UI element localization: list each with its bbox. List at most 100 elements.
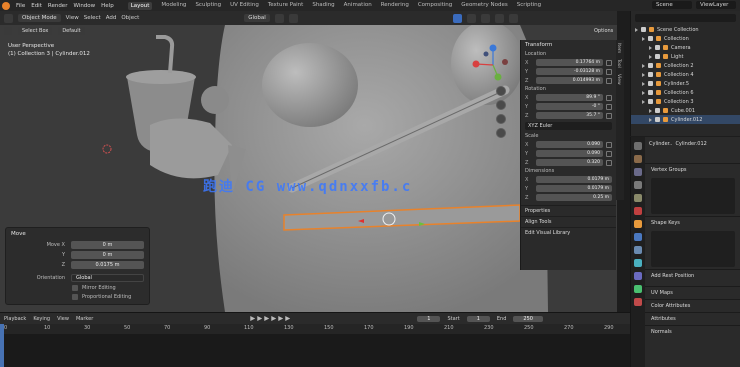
menu-help[interactable]: Help [101, 3, 114, 9]
object-tab-icon[interactable] [634, 220, 642, 228]
particles-tab-icon[interactable] [634, 246, 642, 254]
exclude-checkbox[interactable] [655, 117, 660, 122]
tab-modeling[interactable]: Modeling [161, 2, 186, 10]
exclude-checkbox[interactable] [648, 90, 653, 95]
proportional-editing-checkbox[interactable]: Proportional Editing [6, 292, 149, 301]
end-frame-field[interactable]: 250 [513, 315, 543, 322]
view-layer-tab-icon[interactable] [634, 181, 642, 189]
output-tab-icon[interactable] [634, 168, 642, 176]
expand-arrow-icon[interactable] [642, 72, 645, 77]
render-tab-icon[interactable] [634, 155, 642, 163]
properties-collapsed-panel[interactable]: Properties [521, 205, 616, 216]
lock-icon[interactable] [606, 94, 612, 101]
expand-arrow-icon[interactable] [642, 63, 645, 68]
scene-selector[interactable]: Scene [652, 1, 692, 9]
proportional-edit-icon[interactable] [288, 13, 298, 23]
lock-icon[interactable] [606, 150, 612, 157]
tab-geometry-nodes[interactable]: Geometry Nodes [461, 2, 507, 10]
expand-arrow-icon[interactable] [649, 45, 652, 50]
mesh-data-name[interactable]: Cylinder.012 [675, 141, 706, 147]
exclude-checkbox[interactable] [655, 108, 660, 113]
menu-window[interactable]: Window [73, 3, 95, 9]
lock-icon[interactable] [606, 68, 612, 75]
options-dropdown[interactable]: Options [590, 27, 618, 35]
expand-arrow-icon[interactable] [649, 117, 652, 122]
move-y-field[interactable]: 0 m [71, 251, 144, 259]
lock-icon[interactable] [606, 59, 612, 66]
mirror-editing-checkbox[interactable]: Mirror Editing [6, 283, 149, 292]
current-frame-field[interactable]: 1 [417, 315, 441, 322]
lock-icon[interactable] [606, 112, 612, 119]
prev-key-icon[interactable] [257, 316, 263, 321]
dimensions-z-field[interactable]: 0.25 m [536, 194, 612, 201]
scene-tab-icon[interactable] [634, 194, 642, 202]
physics-tab-icon[interactable] [634, 259, 642, 267]
expand-arrow-icon[interactable] [649, 108, 652, 113]
playhead[interactable] [0, 324, 4, 367]
scale-z-field[interactable]: 0.320 [536, 159, 603, 166]
scale-x-field[interactable]: 0.090 [536, 141, 603, 148]
orientation-select[interactable]: Global [71, 274, 144, 282]
outliner-item[interactable]: Collection 2 [631, 61, 740, 70]
expand-arrow-icon[interactable] [635, 27, 638, 32]
next-key-icon[interactable] [278, 316, 284, 321]
eye-left[interactable] [262, 43, 358, 127]
uv-maps-section[interactable]: UV Maps [645, 286, 740, 299]
exclude-checkbox[interactable] [648, 72, 653, 77]
jump-end-icon[interactable] [285, 316, 291, 321]
color-attributes-section[interactable]: Color Attributes [645, 299, 740, 312]
blender-logo-icon[interactable] [2, 1, 10, 10]
lock-icon[interactable] [606, 103, 612, 110]
vertex-groups-list[interactable] [651, 178, 735, 214]
menu-object[interactable]: Object [121, 15, 139, 21]
tab-rendering[interactable]: Rendering [381, 2, 409, 10]
exclude-checkbox[interactable] [641, 27, 646, 32]
constraints-tab-icon[interactable] [634, 272, 642, 280]
tab-animation[interactable]: Animation [344, 2, 372, 10]
exclude-checkbox[interactable] [648, 99, 653, 104]
tool-tab-icon[interactable] [634, 142, 642, 150]
outliner-item[interactable]: Light [631, 52, 740, 61]
outliner-item[interactable]: Collection 6 [631, 88, 740, 97]
tab-item[interactable]: Item [616, 40, 621, 56]
menu-playback[interactable]: Playback [4, 316, 26, 322]
transform-header[interactable]: Transform [521, 40, 616, 50]
menu-file[interactable]: File [16, 3, 25, 9]
timeline-ruler[interactable]: 0 10 30 50 70 90 110 130 150 170 190 210 230 250 270 29… [0, 324, 630, 334]
location-x-field[interactable]: 0.17764 m [536, 59, 603, 66]
expand-arrow-icon[interactable] [642, 81, 645, 86]
attributes-section[interactable]: Attributes [645, 312, 740, 325]
solid-shading-icon[interactable] [480, 13, 490, 23]
overlay-icon[interactable] [452, 13, 462, 23]
outliner-item[interactable]: Scene Collection [631, 25, 740, 34]
lock-icon[interactable] [606, 159, 612, 166]
move-z-field[interactable]: 0.0175 m [71, 261, 144, 269]
location-y-field[interactable]: -0.03128 m [536, 68, 603, 75]
menu-view[interactable]: View [66, 15, 79, 21]
default-dropdown[interactable]: Default [58, 27, 85, 35]
outliner-item[interactable]: Collection [631, 34, 740, 43]
camera-view-icon[interactable] [496, 114, 506, 124]
outliner-item[interactable]: Cylinder.5 [631, 79, 740, 88]
data-tab-icon[interactable] [634, 285, 642, 293]
rotation-z-field[interactable]: 35.7 ° [536, 112, 603, 119]
perspective-toggle-icon[interactable] [496, 128, 506, 138]
dimensions-y-field[interactable]: 0.0179 m [536, 185, 612, 192]
exclude-checkbox[interactable] [648, 36, 653, 41]
select-tool-icon[interactable] [4, 27, 12, 35]
editor-type-icon[interactable] [4, 13, 13, 23]
tab-shading[interactable]: Shading [312, 2, 334, 10]
outliner-item[interactable]: Collection 4 [631, 70, 740, 79]
orientation-dropdown[interactable]: Global [244, 14, 270, 22]
modifier-tab-icon[interactable] [634, 233, 642, 241]
menu-render[interactable]: Render [48, 3, 68, 9]
view-layer-selector[interactable]: ViewLayer [696, 1, 736, 9]
menu-select[interactable]: Select [84, 15, 101, 21]
tab-scripting[interactable]: Scripting [517, 2, 541, 10]
outliner-item[interactable]: Cube.001 [631, 106, 740, 115]
start-frame-field[interactable]: 1 [466, 315, 490, 322]
location-z-field[interactable]: 0.014993 m [536, 77, 603, 84]
menu-marker[interactable]: Marker [76, 316, 93, 322]
expand-arrow-icon[interactable] [642, 99, 645, 104]
expand-arrow-icon[interactable] [642, 90, 645, 95]
